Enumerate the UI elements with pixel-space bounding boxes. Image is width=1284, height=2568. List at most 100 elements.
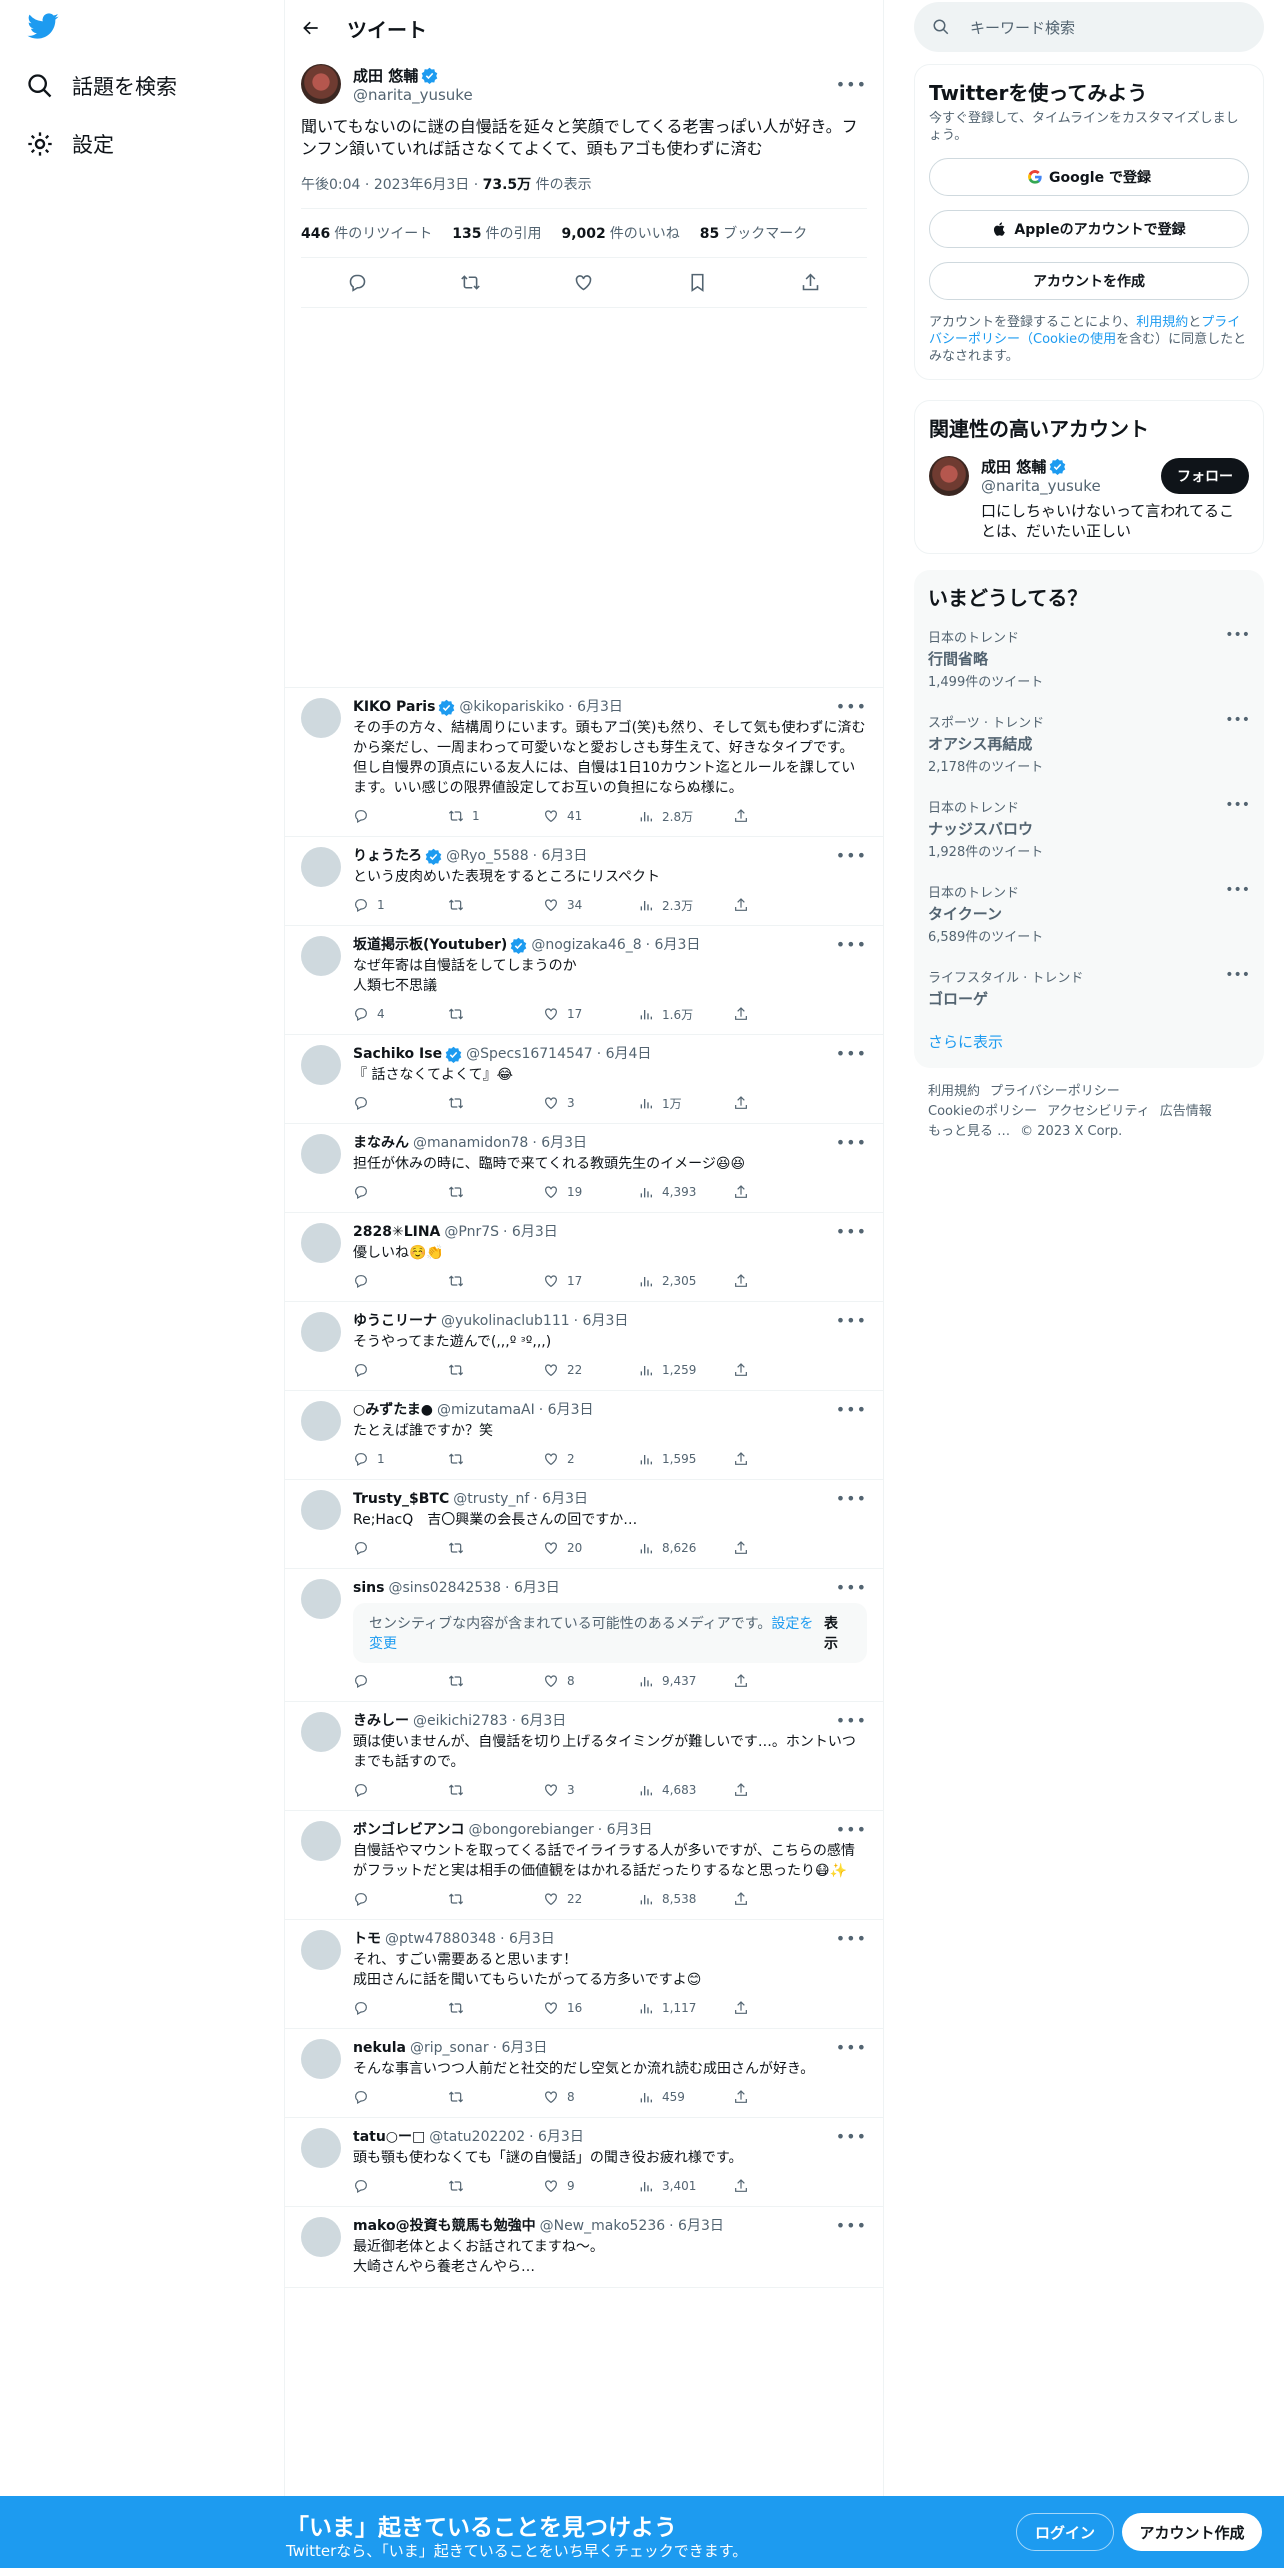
reply-avatar[interactable]: [301, 1490, 341, 1530]
footer-terms[interactable]: 利用規約: [928, 1084, 980, 1099]
show-media-button[interactable]: 表示: [824, 1613, 851, 1653]
like-action[interactable]: 2: [543, 1451, 638, 1467]
retweet-action[interactable]: [448, 1891, 543, 1907]
reply-action[interactable]: [353, 1673, 448, 1689]
views-action[interactable]: 1万: [638, 1095, 733, 1112]
more-icon[interactable]: •••: [836, 1045, 867, 1063]
reply-action[interactable]: [353, 2089, 448, 2105]
views-action[interactable]: 8,538: [638, 1891, 733, 1907]
views-action[interactable]: 4,683: [638, 1782, 733, 1798]
views-action[interactable]: 4,393: [638, 1184, 733, 1200]
back-arrow-icon[interactable]: [301, 18, 321, 38]
reply-handle[interactable]: @trusty_nf: [453, 1490, 529, 1508]
search-box[interactable]: キーワード検索: [914, 2, 1264, 52]
share-action[interactable]: [733, 1782, 828, 1798]
trend-item[interactable]: 日本のトレンド タイクーン 6,589件のツイート •••: [928, 882, 1250, 945]
reply-action[interactable]: [353, 2178, 448, 2194]
reply-avatar[interactable]: [301, 936, 341, 976]
reply-action[interactable]: [353, 1095, 448, 1111]
share-action[interactable]: [733, 1540, 828, 1556]
reply-author-name[interactable]: 2828✳LINA: [353, 1223, 440, 1241]
reply-avatar[interactable]: [301, 698, 341, 738]
more-icon[interactable]: •••: [836, 1490, 867, 1508]
retweet-action[interactable]: [448, 1782, 543, 1798]
reply-date[interactable]: · 6月3日: [598, 1821, 653, 1839]
footer-privacy[interactable]: プライバシーポリシー: [990, 1084, 1120, 1099]
more-icon[interactable]: •••: [1225, 967, 1250, 983]
reply-date[interactable]: · 6月3日: [505, 1579, 560, 1597]
views-action[interactable]: 1,595: [638, 1451, 733, 1467]
views-action[interactable]: 1,259: [638, 1362, 733, 1378]
share-action[interactable]: [733, 2178, 828, 2194]
twitter-logo-icon[interactable]: [26, 10, 66, 50]
more-icon[interactable]: •••: [836, 847, 867, 865]
retweet-icon[interactable]: [460, 272, 481, 293]
reply-action[interactable]: [353, 1891, 448, 1907]
reply-author-name[interactable]: nekula: [353, 2039, 406, 2057]
retweet-action[interactable]: [448, 1095, 543, 1111]
author-handle[interactable]: @narita_yusuke: [353, 86, 836, 104]
reply-icon[interactable]: [347, 272, 368, 293]
reply-handle[interactable]: @ptw47880348: [385, 1930, 496, 1948]
signup-button[interactable]: アカウント作成: [1122, 2513, 1262, 2551]
related-name[interactable]: 成田 悠輔: [981, 456, 1046, 477]
retweet-action[interactable]: [448, 897, 543, 913]
share-action[interactable]: [733, 1095, 828, 1111]
share-action[interactable]: [733, 808, 828, 824]
reply-handle[interactable]: @nogizaka46_8: [531, 936, 641, 954]
reply-avatar[interactable]: [301, 2128, 341, 2168]
footer-more[interactable]: もっと見る …: [928, 1124, 1010, 1139]
reply-date[interactable]: · 6月3日: [539, 1401, 594, 1419]
more-icon[interactable]: •••: [836, 698, 867, 716]
create-account-button[interactable]: アカウントを作成: [929, 262, 1249, 300]
reply-author-name[interactable]: ボンゴレビアンコ: [353, 1821, 464, 1839]
views-action[interactable]: 9,437: [638, 1673, 733, 1689]
more-icon[interactable]: •••: [836, 1579, 867, 1597]
reply-handle[interactable]: @Specs16714547: [466, 1045, 593, 1063]
more-icon[interactable]: •••: [836, 2039, 867, 2057]
reply-author-name[interactable]: まなみん: [353, 1134, 409, 1152]
footer-cookie[interactable]: Cookieのポリシー: [928, 1104, 1037, 1119]
reply-action[interactable]: [353, 808, 448, 824]
reply-handle[interactable]: @yukolinaclub111: [441, 1312, 570, 1330]
avatar[interactable]: [301, 64, 341, 104]
like-action[interactable]: 22: [543, 1362, 638, 1378]
like-action[interactable]: 17: [543, 1006, 638, 1022]
reply-author-name[interactable]: ゆうこリーナ: [353, 1312, 437, 1330]
more-icon[interactable]: •••: [836, 1223, 867, 1241]
retweet-action[interactable]: [448, 2000, 543, 2016]
tweet-date[interactable]: 2023年6月3日: [374, 177, 469, 193]
reply-avatar[interactable]: [301, 1712, 341, 1752]
like-action[interactable]: 9: [543, 2178, 638, 2194]
reply-author-name[interactable]: ○みずたま●: [353, 1401, 433, 1419]
retweet-action[interactable]: [448, 1673, 543, 1689]
reply-handle[interactable]: @kikopariskiko: [459, 698, 564, 716]
share-action[interactable]: [733, 2089, 828, 2105]
like-action[interactable]: 8: [543, 2089, 638, 2105]
terms-link[interactable]: 利用規約: [1136, 315, 1188, 330]
reply-author-name[interactable]: Sachiko Ise: [353, 1045, 442, 1063]
share-action[interactable]: [733, 897, 828, 913]
reply-action[interactable]: [353, 1184, 448, 1200]
reply-date[interactable]: · 6月3日: [568, 698, 623, 716]
share-action[interactable]: [733, 1891, 828, 1907]
reply-avatar[interactable]: [301, 1134, 341, 1174]
nav-explore[interactable]: 話題を検索: [26, 66, 177, 106]
reply-handle[interactable]: @bongorebianger: [468, 1821, 593, 1839]
views-action[interactable]: 2,305: [638, 1273, 733, 1289]
more-icon[interactable]: •••: [836, 1821, 867, 1839]
reply-author-name[interactable]: sins: [353, 1579, 384, 1597]
more-icon[interactable]: •••: [1225, 712, 1250, 728]
retweet-action[interactable]: [448, 1273, 543, 1289]
like-action[interactable]: 16: [543, 2000, 638, 2016]
reply-action[interactable]: [353, 2000, 448, 2016]
like-action[interactable]: 34: [543, 897, 638, 913]
like-action[interactable]: 17: [543, 1273, 638, 1289]
reply-action[interactable]: [353, 1273, 448, 1289]
reply-date[interactable]: · 6月3日: [669, 2217, 724, 2235]
reply-author-name[interactable]: トモ: [353, 1930, 381, 1948]
author-name[interactable]: 成田 悠輔: [353, 65, 418, 86]
like-action[interactable]: 3: [543, 1095, 638, 1111]
retweet-action[interactable]: [448, 1184, 543, 1200]
reply-avatar[interactable]: [301, 1579, 341, 1619]
